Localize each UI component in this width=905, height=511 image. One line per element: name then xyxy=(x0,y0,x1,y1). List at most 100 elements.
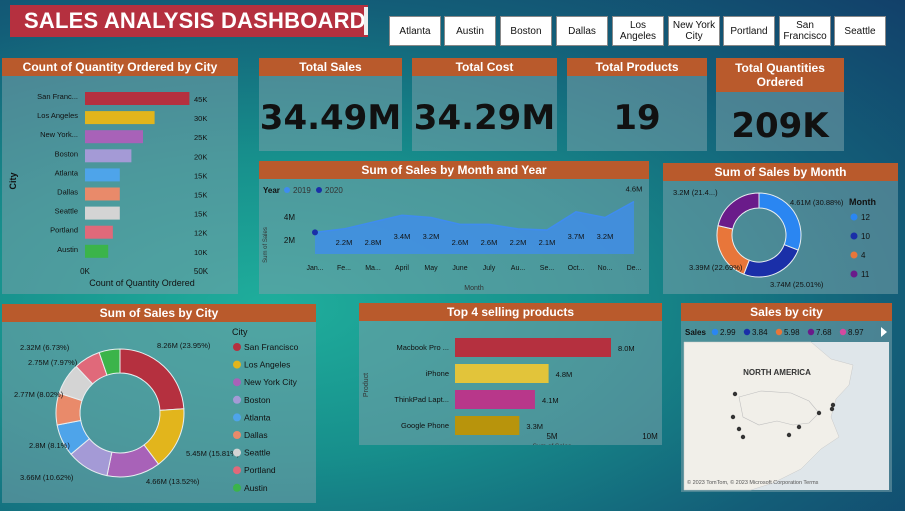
sales-month-data-label: 2.2M xyxy=(336,238,353,247)
sales-by-city-map-chart: Sales 2.99 3.84 5.98 7.68 8.97 NORTH AMERICA… xyxy=(683,327,889,491)
map-legend-label: 8.97 xyxy=(848,328,864,337)
map-legend-label: 2.99 xyxy=(720,328,736,337)
sales-month-xtick: Oct... xyxy=(568,265,585,272)
sales-month-xtick: July xyxy=(483,265,496,272)
kpi-total-products-label: Total Products xyxy=(567,58,707,76)
qty-bar[interactable] xyxy=(85,187,120,201)
qty-bar[interactable] xyxy=(85,225,113,239)
product-bar[interactable] xyxy=(455,364,549,383)
city-filter-boston[interactable]: Boston xyxy=(500,16,552,46)
month-legend-label: 10 xyxy=(861,232,870,241)
sales-month-data-label: 2.8M xyxy=(365,238,382,247)
top-products-ylabel: Product xyxy=(363,373,370,397)
sales-month-data-label: 2.2M xyxy=(510,238,527,247)
city-filter-los-angeles[interactable]: Los Angeles xyxy=(612,16,664,46)
product-category-label: Macbook Pro ... xyxy=(396,343,449,352)
qty-bar-value-label: 15K xyxy=(194,191,207,200)
legend-2020-dot xyxy=(316,187,322,193)
qty-bar[interactable] xyxy=(85,149,132,163)
city-filter-dallas[interactable]: Dallas xyxy=(556,16,608,46)
city-filter-atlanta[interactable]: Atlanta xyxy=(389,16,441,46)
top-products-xtick: 10M xyxy=(642,432,658,441)
qty-bar[interactable] xyxy=(85,111,155,125)
legend-2019-label: 2019 xyxy=(293,186,311,195)
city-slice-label: 4.66M (13.52%) xyxy=(146,477,200,486)
map-city-marker[interactable] xyxy=(796,424,802,430)
qty-bar-category-label: New York... xyxy=(40,130,78,139)
qty-by-city-panel: Count of Quantity Ordered by City City S… xyxy=(2,58,238,294)
city-legend-dot xyxy=(233,431,241,439)
city-slice-label: 8.26M (23.95%) xyxy=(157,341,211,350)
product-category-label: Google Phone xyxy=(401,421,449,430)
sales-month-xtick: May xyxy=(424,265,438,272)
map-city-marker[interactable] xyxy=(830,402,836,408)
city-filter-austin[interactable]: Austin xyxy=(444,16,496,46)
map-city-marker[interactable] xyxy=(736,426,742,432)
sales-by-city-panel: Sum of Sales by City 8.26M (23.95%) 5.45M… xyxy=(2,304,316,503)
city-donut-slice[interactable] xyxy=(119,348,185,411)
qty-bar-category-label: San Franc... xyxy=(37,92,78,101)
sales-by-month-panel: Sum of Sales by Month 4.61M (30.88%) 3.74… xyxy=(663,163,898,294)
map-region-label: NORTH AMERICA xyxy=(743,368,811,377)
map-city-marker[interactable] xyxy=(732,391,738,397)
map-city-marker[interactable] xyxy=(786,432,792,438)
qty-bar-value-label: 15K xyxy=(194,171,207,180)
qty-bar[interactable] xyxy=(85,244,109,258)
sales-by-month-title: Sum of Sales by Month xyxy=(663,163,898,181)
qty-bar[interactable] xyxy=(85,168,120,182)
city-filter-san-francisco[interactable]: San Francisco xyxy=(779,16,831,46)
sales-point-2020[interactable] xyxy=(312,229,318,236)
map-city-marker[interactable] xyxy=(740,434,746,440)
qty-bar-value-label: 15K xyxy=(194,210,207,219)
city-legend-dot xyxy=(233,483,241,492)
city-legend-label: Los Angeles xyxy=(244,360,290,370)
qty-bar-category-label: Portland xyxy=(50,226,78,235)
qty-bar-value-label: 25K xyxy=(194,133,207,142)
qty-bar-category-label: Dallas xyxy=(57,188,78,197)
sales-month-xtick: Jan... xyxy=(306,265,323,272)
top-products-chart: Product Macbook Pro ... 8.0M iPhone 4.8M Thi… xyxy=(363,338,658,445)
city-legend-label: San Francisco xyxy=(244,342,299,352)
map-attribution: © 2023 TomTom, © 2023 Microsoft Corporat… xyxy=(687,479,819,486)
month-donut-slice[interactable] xyxy=(743,244,799,278)
top-products-panel: Top 4 selling products Product Macbook P… xyxy=(359,303,662,445)
sales-month-data-label: 2.6M xyxy=(452,238,469,247)
map-legend-next-icon[interactable] xyxy=(881,327,887,337)
city-legend-label: Dallas xyxy=(244,430,268,440)
sales-month-xtick: April xyxy=(395,265,409,272)
city-legend-label: New York City xyxy=(244,377,298,387)
top-products-xtick: 5M xyxy=(546,432,557,441)
city-filter-portland[interactable]: Portland xyxy=(723,16,775,46)
sales-month-xtick: Ma... xyxy=(365,265,381,272)
product-bar[interactable] xyxy=(455,338,611,357)
city-legend-label: Atlanta xyxy=(244,412,271,422)
product-bar[interactable] xyxy=(455,390,535,409)
qty-bar[interactable] xyxy=(85,206,120,220)
qty-by-city-title: Count of Quantity Ordered by City xyxy=(2,58,238,76)
map-city-marker[interactable] xyxy=(730,414,736,420)
city-legend-dot xyxy=(233,395,241,404)
city-slice-label: 5.45M (15.81%) xyxy=(186,449,240,458)
month-slice-label: 3.2M (21.4...) xyxy=(673,188,718,197)
city-legend-label: Seattle xyxy=(244,448,271,458)
city-slice-label: 2.8M (8.1%) xyxy=(29,441,70,450)
city-filter-new-york-city[interactable]: New York City xyxy=(668,16,720,46)
kpi-total-sales-value: 34.49M xyxy=(259,98,402,138)
map-legend-label: 3.84 xyxy=(752,328,768,337)
qty-bar[interactable] xyxy=(85,92,190,105)
qty-by-city-xlabel: Count of Quantity Ordered xyxy=(89,278,195,288)
kpi-total-sales-label: Total Sales xyxy=(259,58,402,76)
map-city-marker[interactable] xyxy=(816,410,822,416)
month-legend-label: 4 xyxy=(861,251,866,260)
product-bar[interactable] xyxy=(455,416,520,435)
city-slice-label: 3.66M (10.62%) xyxy=(20,473,74,482)
qty-bar-value-label: 12K xyxy=(194,229,207,238)
qty-by-city-xtick-1: 50K xyxy=(194,267,209,276)
city-legend-dot xyxy=(233,378,241,387)
sales-by-city-legend-title: City xyxy=(232,327,248,337)
city-filter-seattle[interactable]: Seattle xyxy=(834,16,886,46)
city-legend-dot xyxy=(233,343,241,351)
map-city-marker[interactable] xyxy=(829,406,835,412)
month-donut-slice[interactable] xyxy=(717,192,760,230)
qty-bar[interactable] xyxy=(85,130,143,144)
